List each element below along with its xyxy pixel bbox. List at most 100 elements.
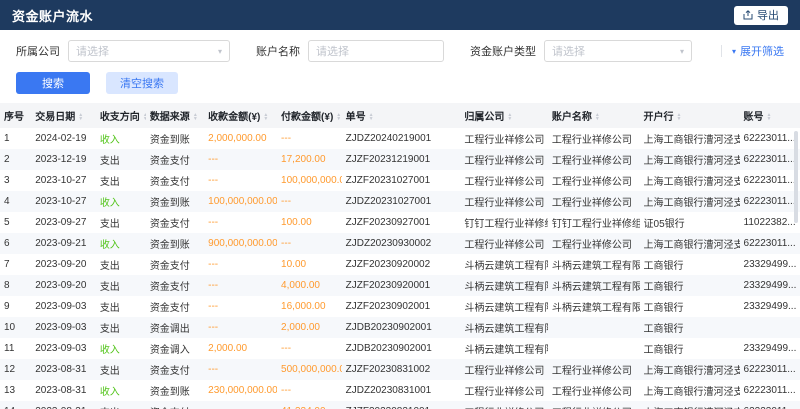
search-button[interactable]: 搜索 xyxy=(16,72,90,94)
cell-no: 14 xyxy=(0,401,31,409)
topbar: 资金账户流水 导出 xyxy=(0,0,800,30)
table-row: 122023-08-31支出资金支付---500,000,000.00ZJZF2… xyxy=(0,359,800,380)
cell-order: ZJZF20230927001 xyxy=(342,212,461,233)
cell-order: ZJDZ20230831001 xyxy=(342,380,461,401)
cell-bank: 上海工商银行漕河泾支行 xyxy=(640,233,740,254)
column-header[interactable]: 归属公司▲▼ xyxy=(460,103,548,128)
cell-number: 23329499... xyxy=(740,296,800,317)
cell-payment: 4,000.00 xyxy=(277,275,342,296)
sort-icon[interactable]: ▲▼ xyxy=(78,113,83,121)
company-filter-label: 所属公司 xyxy=(16,43,60,59)
cell-company: 工程行业祥修公司 xyxy=(460,380,548,401)
cell-company: 斗柄云建筑工程有限公司 xyxy=(460,338,548,359)
cell-direction: 支出 xyxy=(96,401,146,409)
cell-direction: 收入 xyxy=(96,128,146,149)
cell-account: 工程行业祥修公司 xyxy=(548,233,640,254)
cell-number: 62223011... xyxy=(740,149,800,170)
cell-order: ZJDZ20231027001 xyxy=(342,191,461,212)
cell-date: 2023-10-27 xyxy=(31,170,96,191)
cell-order: ZJDZ20240219001 xyxy=(342,128,461,149)
sort-icon[interactable]: ▲▼ xyxy=(507,113,512,121)
page-title: 资金账户流水 xyxy=(12,6,93,25)
cell-number: 62223011... xyxy=(740,380,800,401)
cell-company: 工程行业祥修公司 xyxy=(460,149,548,170)
column-header[interactable]: 账户名称▲▼ xyxy=(548,103,640,128)
cell-source: 资金到账 xyxy=(146,380,204,401)
cell-source: 资金到账 xyxy=(146,128,204,149)
cell-payment: 2,000.00 xyxy=(277,317,342,338)
sort-icon[interactable]: ▲▼ xyxy=(595,113,600,121)
column-header-label: 收款金额(¥) xyxy=(208,112,260,123)
column-header[interactable]: 数据来源▲▼ xyxy=(146,103,204,128)
column-header[interactable]: 单号▲▼ xyxy=(342,103,461,128)
cell-no: 10 xyxy=(0,317,31,338)
column-header-label: 数据来源 xyxy=(150,112,190,123)
account-type-select[interactable]: 请选择 ▾ xyxy=(544,40,692,62)
cell-bank: 上海工商银行漕河泾支行 xyxy=(640,149,740,170)
cell-source: 资金到账 xyxy=(146,233,204,254)
cell-payment: --- xyxy=(277,338,342,359)
column-header[interactable]: 收支方向▲▼ xyxy=(96,103,146,128)
column-header-label: 交易日期 xyxy=(35,112,75,123)
sort-icon[interactable]: ▲▼ xyxy=(336,113,341,121)
account-name-input[interactable]: 请选择 xyxy=(308,40,444,62)
cell-receipt: 2,000,000.00 xyxy=(204,128,277,149)
cell-order: ZJDB20230902001 xyxy=(342,338,461,359)
column-header: 序号 xyxy=(0,103,31,128)
company-select[interactable]: 请选择 ▾ xyxy=(68,40,230,62)
cell-date: 2023-09-27 xyxy=(31,212,96,233)
cell-company: 斗柄云建筑工程有限公司 xyxy=(460,317,548,338)
cell-receipt: --- xyxy=(204,401,277,409)
cell-receipt: --- xyxy=(204,359,277,380)
cell-payment: 100.00 xyxy=(277,212,342,233)
cell-account: 斗柄云建筑工程有限公司 xyxy=(548,254,640,275)
sort-icon[interactable]: ▲▼ xyxy=(263,113,268,121)
sort-icon[interactable]: ▲▼ xyxy=(369,113,374,121)
flow-table: 序号交易日期▲▼收支方向▲▼数据来源▲▼收款金额(¥)▲▼付款金额(¥)▲▼单号… xyxy=(0,103,800,409)
column-header-label: 序号 xyxy=(4,112,24,123)
cell-company: 斗柄云建筑工程有限公司 xyxy=(460,254,548,275)
cell-order: ZJZF20230902001 xyxy=(342,296,461,317)
cell-number: 62223011... xyxy=(740,401,800,409)
cell-direction: 支出 xyxy=(96,170,146,191)
column-header-label: 单号 xyxy=(346,112,366,123)
cell-source: 资金到账 xyxy=(146,191,204,212)
export-icon xyxy=(743,10,753,20)
cell-direction: 支出 xyxy=(96,359,146,380)
scrollbar-thumb[interactable] xyxy=(794,131,798,223)
cell-payment: --- xyxy=(277,380,342,401)
filter-bar: 所属公司 请选择 ▾ 账户名称 请选择 资金账户类型 请选择 ▾ ▾ 展开筛选 xyxy=(0,30,800,62)
cell-date: 2023-12-19 xyxy=(31,149,96,170)
account-type-filter-label: 资金账户类型 xyxy=(470,43,536,59)
column-header[interactable]: 交易日期▲▼ xyxy=(31,103,96,128)
expand-filter-link[interactable]: ▾ 展开筛选 xyxy=(721,43,784,59)
cell-account xyxy=(548,338,640,359)
cell-no: 4 xyxy=(0,191,31,212)
cell-bank: 工商银行 xyxy=(640,338,740,359)
export-label: 导出 xyxy=(757,7,779,23)
sort-icon[interactable]: ▲▼ xyxy=(143,113,146,121)
cell-payment: 16,000.00 xyxy=(277,296,342,317)
table-row: 22023-12-19支出资金支付---17,200.00ZJZF2023121… xyxy=(0,149,800,170)
cell-source: 资金支付 xyxy=(146,170,204,191)
cell-date: 2024-02-19 xyxy=(31,128,96,149)
cell-direction: 支出 xyxy=(96,149,146,170)
column-header[interactable]: 账号▲▼ xyxy=(740,103,800,128)
clear-search-button[interactable]: 清空搜索 xyxy=(106,72,178,94)
cell-bank: 工商银行 xyxy=(640,317,740,338)
cell-bank: 工商银行 xyxy=(640,254,740,275)
table-row: 82023-09-20支出资金支付---4,000.00ZJZF20230920… xyxy=(0,275,800,296)
cell-source: 资金支付 xyxy=(146,149,204,170)
sort-icon[interactable]: ▲▼ xyxy=(193,113,198,121)
column-header[interactable]: 付款金额(¥)▲▼ xyxy=(277,103,342,128)
table-row: 102023-09-03支出资金调出---2,000.00ZJDB2023090… xyxy=(0,317,800,338)
column-header[interactable]: 收款金额(¥)▲▼ xyxy=(204,103,277,128)
export-button[interactable]: 导出 xyxy=(734,6,788,25)
cell-account: 斗柄云建筑工程有限公司 xyxy=(548,296,640,317)
cell-number: 23329499... xyxy=(740,254,800,275)
column-header[interactable]: 开户行▲▼ xyxy=(640,103,740,128)
cell-date: 2023-09-20 xyxy=(31,254,96,275)
sort-icon[interactable]: ▲▼ xyxy=(767,113,772,121)
sort-icon[interactable]: ▲▼ xyxy=(677,113,682,121)
cell-receipt: --- xyxy=(204,212,277,233)
